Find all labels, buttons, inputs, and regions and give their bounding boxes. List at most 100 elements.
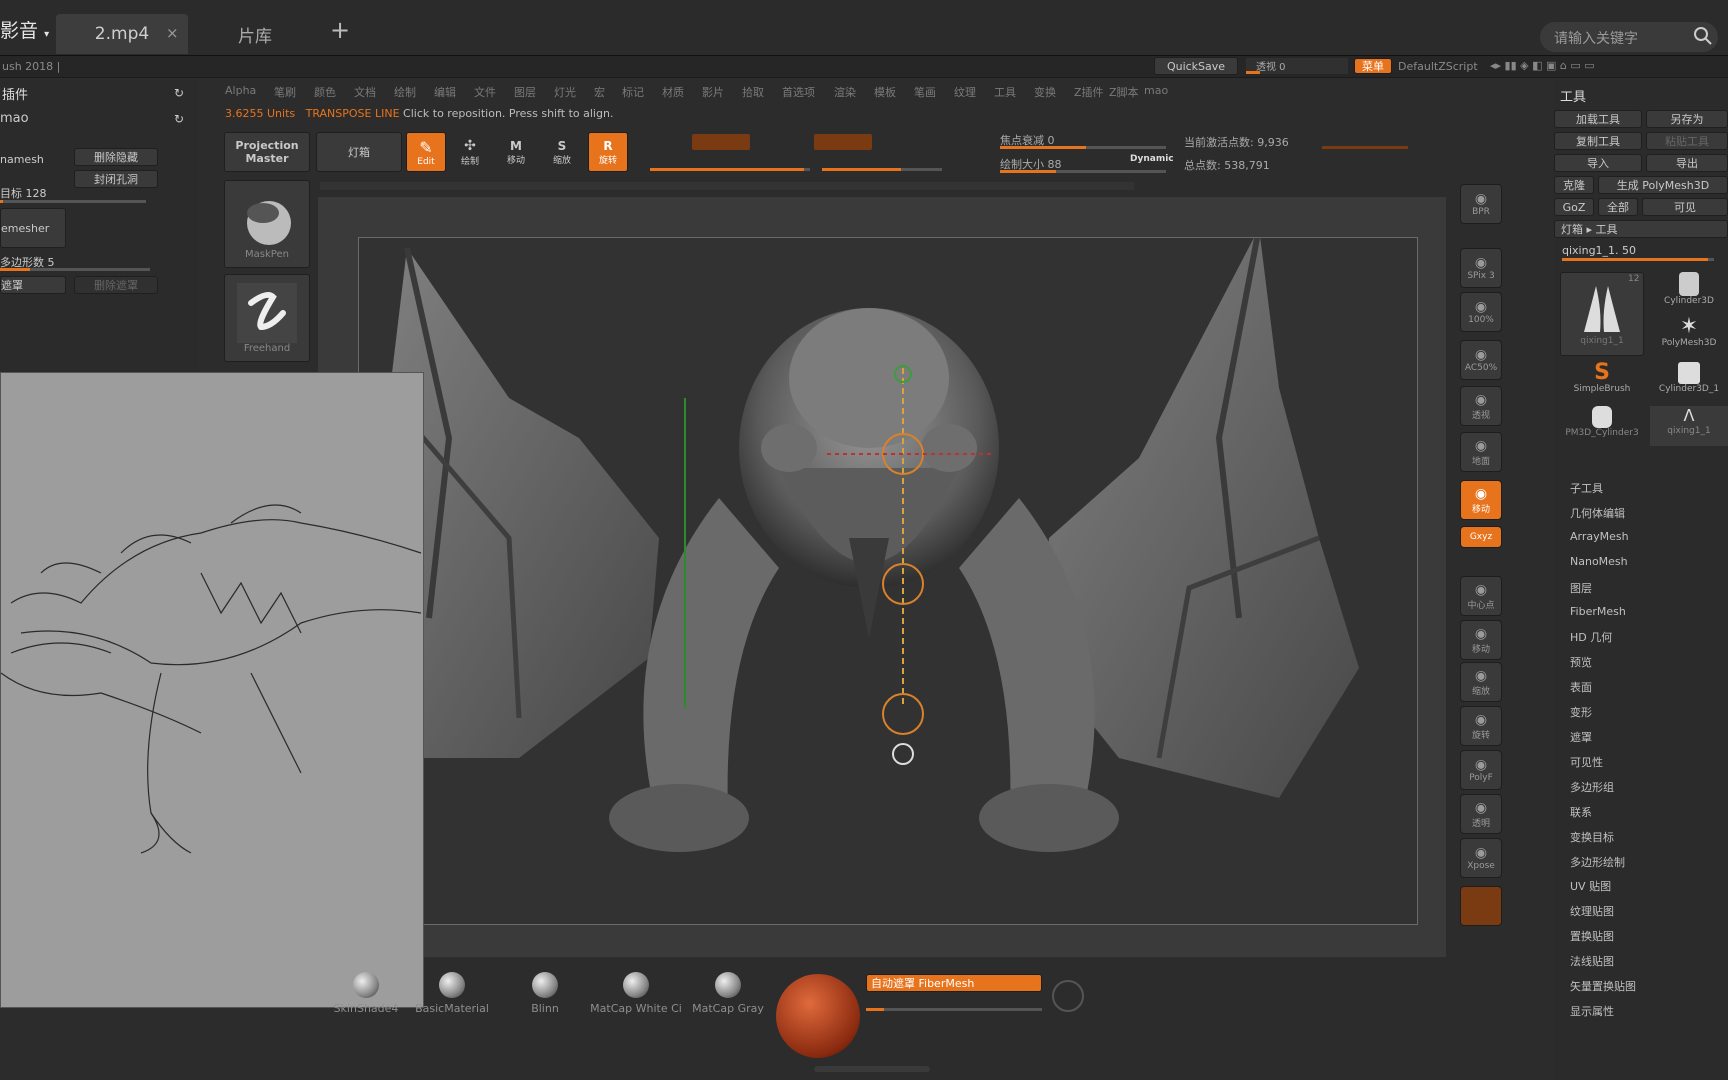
save-as-button[interactable]: 另存为 xyxy=(1646,110,1728,128)
tool-subpalette-item[interactable]: 几何体编辑 xyxy=(1570,505,1625,521)
material-blinn[interactable]: Blinn xyxy=(512,972,578,1015)
current-tool-label[interactable]: qixing1_1. 50 xyxy=(1562,244,1636,257)
clone-button[interactable]: 克隆 xyxy=(1554,176,1594,194)
shelf-button-14[interactable]: ◉ Xpose xyxy=(1460,838,1502,878)
tool-subpalette-item[interactable]: 表面 xyxy=(1570,679,1592,695)
refresh-icon-2[interactable]: ↻ xyxy=(174,112,184,126)
zadd-swatch[interactable] xyxy=(814,134,872,150)
tool-subpalette-item[interactable]: 法线贴图 xyxy=(1570,953,1614,969)
dynamesh-label[interactable]: namesh xyxy=(0,153,44,166)
material-basic[interactable]: BasicMaterial xyxy=(410,972,494,1015)
rgb-intensity-slider[interactable] xyxy=(650,168,810,171)
perspective-slider[interactable]: 透视 0 xyxy=(1246,58,1348,74)
menu-item[interactable]: 首选项 xyxy=(782,84,815,100)
tool-subpalette-item[interactable]: 变换目标 xyxy=(1570,829,1614,845)
menu-item[interactable]: 灯光 xyxy=(554,84,576,100)
all-button[interactable]: 全部 xyxy=(1598,198,1638,216)
menu-item[interactable]: 材质 xyxy=(662,84,684,100)
menu-item[interactable]: 笔刷 xyxy=(274,84,296,100)
menu-item[interactable]: 影片 xyxy=(702,84,724,100)
menu-item[interactable]: Z脚本 xyxy=(1109,84,1139,100)
lightbox-button[interactable]: 灯箱 xyxy=(316,132,402,172)
tool-subpalette-item[interactable]: 置换贴图 xyxy=(1570,928,1614,944)
menu-item[interactable]: Z插件 xyxy=(1074,84,1104,100)
tool-subpalette-item[interactable]: 图层 xyxy=(1570,580,1592,596)
shelf-button-0[interactable]: ◉ BPR xyxy=(1460,184,1502,224)
lightbox-tools-button[interactable]: 灯箱 ▸ 工具 xyxy=(1554,220,1728,238)
tool-subpalette-item[interactable]: FiberMesh xyxy=(1570,605,1626,618)
mrgb-swatch[interactable] xyxy=(692,134,750,150)
material-matcap-gray[interactable]: MatCap Gray xyxy=(690,972,766,1015)
shelf-button-3[interactable]: ◉ AC50% xyxy=(1460,340,1502,380)
menu-item[interactable]: 绘制 xyxy=(394,84,416,100)
menu-item[interactable]: 纹理 xyxy=(954,84,976,100)
tool-subpalette-item[interactable]: UV 贴图 xyxy=(1570,878,1611,894)
tool-subpalette-item[interactable]: HD 几何 xyxy=(1570,629,1612,645)
thumb-pm3d-cylinder[interactable]: PM3D_Cylinder3 xyxy=(1560,406,1644,446)
current-tool-slider[interactable] xyxy=(1562,258,1714,261)
color-picker-sphere[interactable] xyxy=(776,974,860,1058)
thumb-cylinder3d-1[interactable]: Cylinder3D_1 xyxy=(1650,362,1728,402)
tool-subpalette-item[interactable]: ArrayMesh xyxy=(1570,530,1629,543)
tool-subpalette-item[interactable]: 预览 xyxy=(1570,654,1592,670)
search-icon[interactable] xyxy=(1692,25,1714,47)
menu-item[interactable]: 图层 xyxy=(514,84,536,100)
rotate-mode-button[interactable]: R 旋转 xyxy=(588,132,628,172)
shelf-button-13[interactable]: ◉ 透明 xyxy=(1460,794,1502,834)
tool-subpalette-item[interactable]: 联系 xyxy=(1570,804,1592,820)
import-button[interactable]: 导入 xyxy=(1554,154,1642,172)
shelf-button-8[interactable]: ◉ 中心点 xyxy=(1460,576,1502,616)
menu-item[interactable]: 宏 xyxy=(594,84,605,100)
tool-subpalette-item[interactable]: NanoMesh xyxy=(1570,555,1628,568)
tool-subpalette-item[interactable]: 矢量置换贴图 xyxy=(1570,978,1636,994)
shelf-button-4[interactable]: ◉ 透视 xyxy=(1460,386,1502,426)
menu-item[interactable]: mao xyxy=(1144,84,1168,97)
target-slider[interactable] xyxy=(0,200,146,203)
shelf-button-2[interactable]: ◉ 100% xyxy=(1460,292,1502,332)
thumb-polymesh3d[interactable]: ✶ PolyMesh3D xyxy=(1650,316,1728,356)
shelf-button-1[interactable]: ◉ SPix 3 xyxy=(1460,248,1502,288)
tool-subpalette-item[interactable]: 多边形组 xyxy=(1570,779,1614,795)
menu-item[interactable]: 笔画 xyxy=(914,84,936,100)
shelf-button-9[interactable]: ◉ 移动 xyxy=(1460,620,1502,660)
shelf-button-10[interactable]: ◉ 缩放 xyxy=(1460,662,1502,702)
copy-tool-button[interactable]: 复制工具 xyxy=(1554,132,1642,150)
scale-mode-button[interactable]: S 缩放 xyxy=(542,132,582,172)
shelf-button-6[interactable]: ◉ 移动 xyxy=(1460,480,1502,520)
shelf-button-11[interactable]: ◉ 旋转 xyxy=(1460,706,1502,746)
draw-mode-button[interactable]: ✣ 绘制 xyxy=(450,132,490,172)
menu-item[interactable]: 工具 xyxy=(994,84,1016,100)
menu-button[interactable]: 菜单 xyxy=(1354,58,1392,74)
thumb-qixing[interactable]: qixing1_1 xyxy=(1560,272,1644,356)
fibermesh-slider[interactable] xyxy=(866,1008,1042,1011)
add-tab-button[interactable]: + xyxy=(330,16,350,44)
refresh-icon[interactable]: ↻ xyxy=(174,86,184,100)
export-button[interactable]: 导出 xyxy=(1646,154,1728,172)
menu-item[interactable]: 标记 xyxy=(622,84,644,100)
quicksave-button[interactable]: QuickSave xyxy=(1154,57,1238,75)
target-count-label[interactable]: 目标 128 xyxy=(0,185,47,201)
edit-mode-button[interactable]: ✎ Edit xyxy=(406,132,446,172)
thumb-qixing-small[interactable]: ᐱ qixing1_1 xyxy=(1650,406,1728,446)
visible-button[interactable]: 可见 xyxy=(1642,198,1728,216)
shelf-button-12[interactable]: ◉ PolyF xyxy=(1460,750,1502,790)
menu-item[interactable]: 模板 xyxy=(874,84,896,100)
menu-item[interactable]: 变换 xyxy=(1034,84,1056,100)
bottom-scroll-handle[interactable] xyxy=(814,1066,930,1072)
menu-item[interactable]: Alpha xyxy=(225,84,256,97)
tab-library[interactable]: 片库 xyxy=(190,14,320,54)
material-matcap-white[interactable]: MatCap White Ci xyxy=(590,972,682,1015)
tool-subpalette-item[interactable]: 纹理贴图 xyxy=(1570,903,1614,919)
menu-item[interactable]: 拾取 xyxy=(742,84,764,100)
spotlight-slider[interactable] xyxy=(1322,146,1408,149)
tool-subpalette-item[interactable]: 可见性 xyxy=(1570,754,1603,770)
material-skinshade[interactable]: SkinShade4 xyxy=(330,972,402,1015)
app-title[interactable]: 影音 ▾ xyxy=(0,16,49,43)
menu-item[interactable]: 渲染 xyxy=(834,84,856,100)
color-swatch-button[interactable] xyxy=(1460,886,1502,926)
tool-subpalette-item[interactable]: 多边形绘制 xyxy=(1570,854,1625,870)
make-polymesh-button[interactable]: 生成 PolyMesh3D xyxy=(1598,176,1728,194)
tool-subpalette-item[interactable]: 子工具 xyxy=(1570,480,1603,496)
menu-item[interactable]: 文档 xyxy=(354,84,376,100)
3d-viewport[interactable] xyxy=(358,227,1418,925)
